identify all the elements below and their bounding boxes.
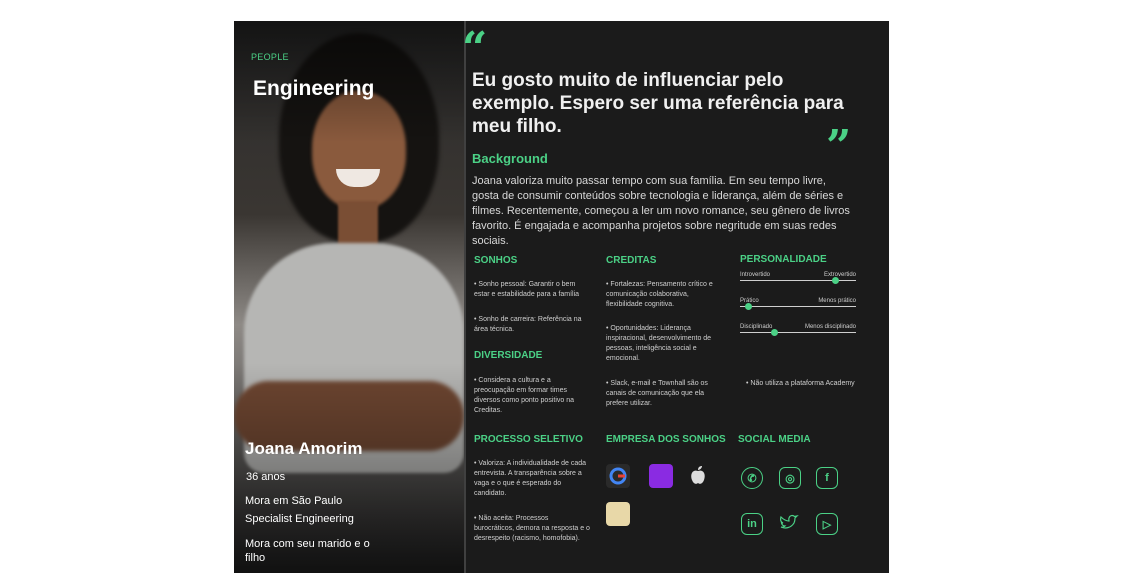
sonhos-title: SONHOS (474, 255, 518, 266)
social-title: SOCIAL MEDIA (738, 434, 811, 445)
slider-knob[interactable] (771, 329, 779, 336)
processo-title: PROCESSO SELETIVO (474, 434, 583, 445)
creditas-item: • Slack, e-mail e Townhall são os canais… (606, 380, 708, 407)
creditas-title: CREDITAS (606, 255, 657, 266)
persona-quote: Eu gosto muito de influenciar pelo exemp… (472, 70, 844, 137)
personalidade-note: • Não utiliza a plataforma Academy (746, 380, 855, 387)
linkedin-icon[interactable]: in (741, 513, 763, 535)
personalidade-title: PERSONALIDADE (740, 254, 827, 265)
company-logo-icon (606, 502, 630, 526)
category-label: PEOPLE (251, 52, 289, 62)
persona-card: PEOPLE Engineering Joana Amorim 36 anos … (234, 21, 889, 573)
slider-track (740, 332, 856, 333)
slider-knob[interactable] (744, 303, 752, 310)
background-title: Background (472, 151, 548, 166)
persona-city: Mora em São Paulo (245, 495, 343, 507)
background-text: Joana valoriza muito passar tempo com su… (472, 175, 850, 247)
twitter-icon[interactable] (779, 513, 799, 533)
slider-knob[interactable] (831, 277, 839, 284)
sonhos-item: • Sonho pessoal: Garantir o bem estar e … (474, 281, 580, 298)
youtube-icon[interactable]: ▷ (816, 513, 838, 535)
empresas-title: EMPRESA DOS SONHOS (606, 434, 726, 445)
slider-right-label: Menos prático (818, 298, 856, 304)
instagram-icon[interactable]: ◎ (779, 467, 801, 489)
diversidade-title: DIVERSIDADE (474, 350, 543, 361)
slider-left-label: Disciplinado (740, 324, 773, 330)
close-quote-icon: ” (826, 121, 852, 172)
persona-role: Specialist Engineering (245, 513, 354, 525)
whatsapp-icon[interactable]: ✆ (741, 467, 763, 489)
facebook-icon[interactable]: f (816, 467, 838, 489)
slider-right-label: Extrovertido (824, 272, 857, 278)
processo-item: • Não aceita: Processos burocráticos, de… (474, 515, 590, 542)
processo-item: • Valoriza: A individualidade de cada en… (474, 460, 587, 497)
sonhos-item: • Sonho de carreira: Referência na área … (474, 316, 582, 333)
slider-track (740, 306, 856, 307)
slider-right-label: Menos disciplinado (804, 324, 856, 330)
open-quote-icon: “ (462, 23, 488, 74)
google-logo-icon (606, 464, 630, 488)
persona-family: Mora com seu marido e o filho (245, 538, 370, 564)
persona-name: Joana Amorim (245, 439, 363, 458)
persona-photo: PEOPLE Engineering Joana Amorim 36 anos … (234, 21, 464, 573)
apple-logo-icon (686, 464, 710, 488)
diversidade-text: • Considera a cultura e a preocupação em… (474, 377, 574, 414)
slider-left-label: Introvertido (740, 272, 771, 278)
persona-age: 36 anos (246, 471, 286, 483)
area-title: Engineering (253, 77, 375, 100)
nubank-logo-icon (649, 464, 673, 488)
creditas-item: • Fortalezas: Pensamento crítico e comun… (606, 281, 713, 308)
panel-divider (464, 21, 466, 573)
photo-shade (234, 21, 464, 573)
creditas-item: • Oportunidades: Liderança inspiracional… (606, 325, 712, 362)
